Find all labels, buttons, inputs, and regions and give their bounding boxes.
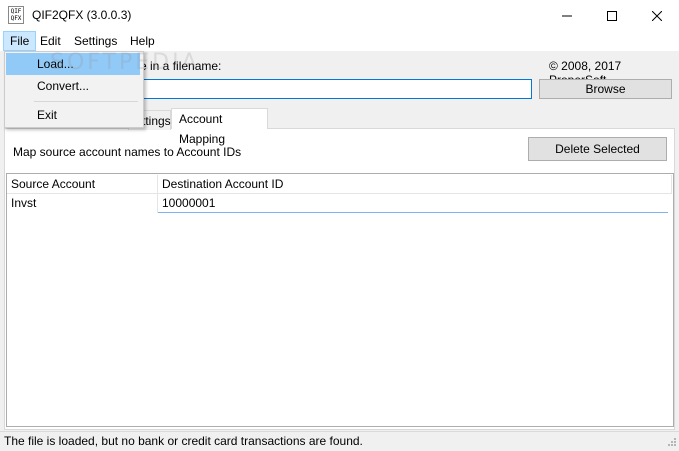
close-button[interactable] (634, 0, 679, 31)
menu-edit[interactable]: Edit (34, 31, 67, 51)
status-text: The file is loaded, but no bank or credi… (4, 434, 363, 448)
minimize-icon (561, 15, 572, 16)
menu-item-exit[interactable]: Exit (6, 104, 140, 126)
table-cell-source[interactable]: Invst (7, 194, 158, 213)
app-icon: QIF QFX (8, 6, 24, 24)
menu-item-convert[interactable]: Convert... (6, 75, 140, 97)
watermark: SOFTPEDIA (50, 50, 200, 75)
resize-grip-icon[interactable] (665, 437, 677, 449)
menu-settings[interactable]: Settings (68, 31, 123, 51)
column-header-source-account[interactable]: Source Account (7, 175, 158, 194)
tab-account-mapping[interactable]: Account Mapping (171, 108, 268, 146)
menu-file[interactable]: File (3, 31, 37, 51)
menu-help[interactable]: Help (124, 31, 161, 51)
maximize-icon (606, 10, 617, 21)
maximize-button[interactable] (589, 0, 634, 31)
browse-button[interactable]: Browse (539, 79, 672, 99)
table-cell-destination[interactable]: 10000001 (158, 194, 668, 213)
minimize-button[interactable] (544, 0, 589, 31)
status-bar: The file is loaded, but no bank or credi… (0, 431, 679, 451)
menu-separator (34, 101, 138, 102)
window-title: QIF2QFX (3.0.0.3) (32, 8, 132, 22)
delete-selected-button[interactable]: Delete Selected (528, 137, 667, 161)
column-header-destination-account-id[interactable]: Destination Account ID (158, 175, 672, 194)
close-icon (651, 10, 662, 21)
tab-strip (4, 128, 675, 129)
